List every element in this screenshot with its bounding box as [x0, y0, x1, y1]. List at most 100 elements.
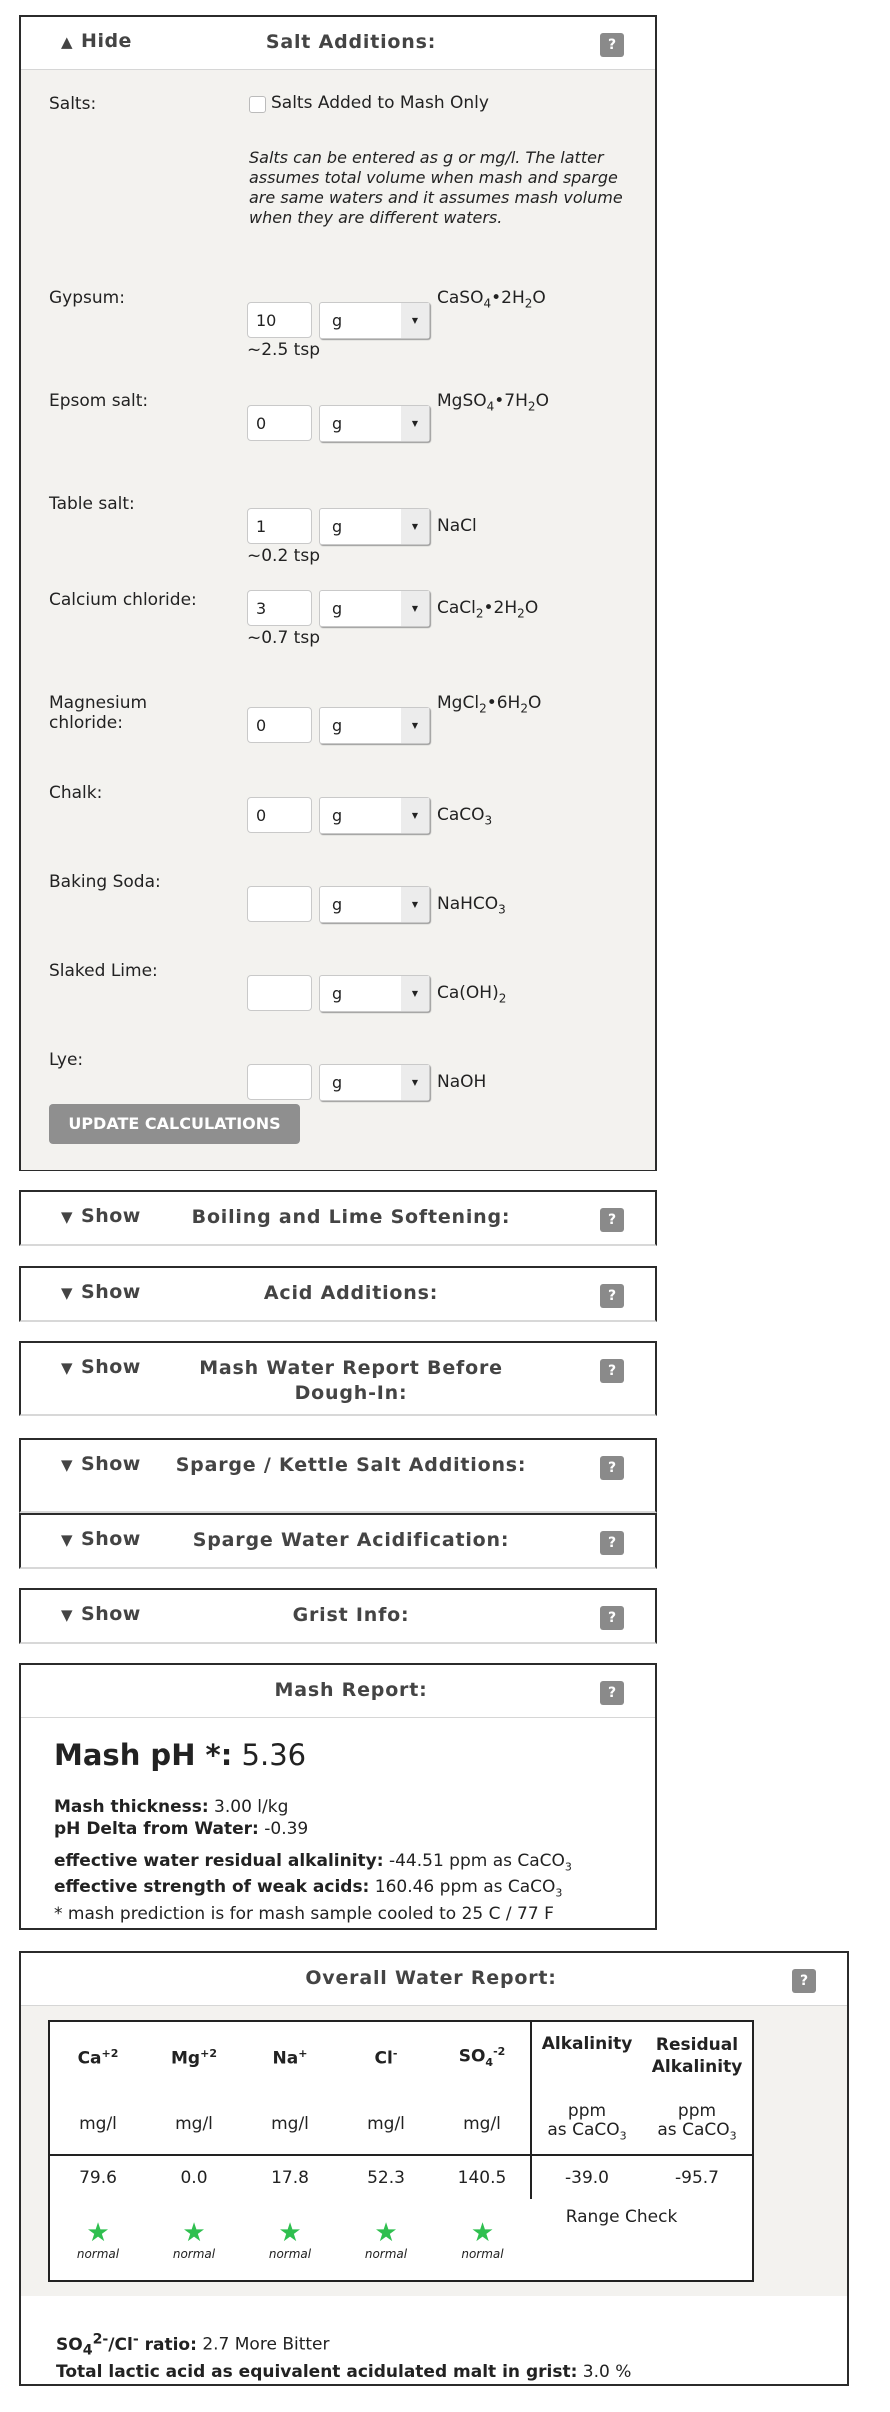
salt-amount-input[interactable] [247, 886, 312, 922]
collapsed-section: ▼ Show Acid Additions: ? [19, 1266, 657, 1322]
salt-label: Slaked Lime: [49, 961, 158, 981]
salt-amount-input[interactable] [247, 797, 312, 833]
dropdown-arrow-icon: ▼ [401, 1065, 429, 1100]
dropdown-arrow-icon: ▼ [401, 887, 429, 922]
ion-unit: mg/l [367, 2113, 405, 2134]
toggle-label: Show [81, 1453, 141, 1475]
salt-label: Magnesium chloride: [49, 693, 148, 733]
unit-value: g [332, 895, 343, 914]
salt-amount-input[interactable] [247, 1064, 312, 1100]
salts-label: Salts: [49, 94, 97, 114]
dropdown-arrow-icon: ▼ [401, 509, 429, 544]
toggle-label: Show [81, 1281, 141, 1303]
toggle-label: Show [81, 1528, 141, 1550]
unit-select[interactable]: g ▼ [319, 405, 430, 442]
triangle-down-icon: ▼ [61, 1456, 74, 1474]
salt-formula: Ca(OH)2 [437, 983, 507, 1006]
mash-footnote: * mash prediction is for mash sample coo… [54, 1903, 554, 1924]
weak-acids-label: effective strength of weak acids: [54, 1877, 370, 1898]
unit-select[interactable]: g ▼ [319, 508, 430, 545]
show-toggle[interactable]: ▼ Show [61, 1356, 141, 1378]
tsp-estimate: ~0.7 tsp [247, 628, 320, 648]
star-icon: ★ [182, 2217, 206, 2248]
thickness-value: 3.00 l/kg [214, 1797, 289, 1817]
section-title: Mash Report: [274, 1679, 428, 1701]
help-icon[interactable]: ? [600, 1606, 624, 1630]
ph-delta-label: pH Delta from Water: [54, 1819, 259, 1839]
show-toggle[interactable]: ▼ Show [61, 1281, 141, 1303]
weak-acids-value: 160.46 ppm as CaCO [374, 1877, 556, 1898]
salt-formula: CaCl2•2H2O [437, 598, 539, 621]
unit-select[interactable]: g ▼ [319, 590, 430, 627]
show-toggle[interactable]: ▼ Show [61, 1453, 141, 1475]
unit-select[interactable]: g ▼ [319, 975, 430, 1012]
help-icon[interactable]: ? [600, 1531, 624, 1555]
salt-amount-input[interactable] [247, 975, 312, 1011]
unit-select[interactable]: g ▼ [319, 886, 430, 923]
salt-formula: NaHCO3 [437, 894, 506, 917]
unit-value: g [332, 311, 343, 330]
mash-details: Mash thickness: 3.00 l/kg pH Delta from … [54, 1796, 308, 1840]
salt-amount-input[interactable] [247, 508, 312, 544]
range-check-cell: ★ normal [434, 2199, 531, 2281]
mash-report-body: Mash pH *: 5.36 Mash thickness: 3.00 l/k… [21, 1717, 655, 1928]
mash-ph-value: 5.36 [241, 1738, 307, 1772]
section-header: ▼ Show Sparge Water Acidification: ? [21, 1515, 655, 1571]
mash-only-checkbox[interactable] [249, 96, 266, 113]
show-toggle[interactable]: ▼ Show [61, 1205, 141, 1227]
show-toggle[interactable]: ▼ Show [61, 1603, 141, 1625]
water-report-table: Ca+2 Mg+2 Na+ Cl- SO4-2 Alkalinity Residual Alk… [48, 2020, 754, 2282]
help-icon[interactable]: ? [600, 1681, 624, 1705]
mash-ph-label: Mash pH *: [54, 1738, 233, 1772]
salt-label: Gypsum: [49, 288, 125, 308]
unit-select[interactable]: g ▼ [319, 797, 430, 834]
toggle-label: Show [81, 1356, 141, 1378]
mash-alkalinity: effective water residual alkalinity: -44… [54, 1851, 572, 1924]
triangle-up-icon: ▲ [61, 33, 74, 51]
unit-select[interactable]: g ▼ [319, 302, 430, 339]
help-icon[interactable]: ? [600, 1456, 624, 1480]
range-check-cell: ★ normal [338, 2199, 434, 2281]
toggle-label: Hide [81, 30, 132, 52]
hide-toggle[interactable]: ▲ Hide [61, 30, 132, 52]
salt-label: Table salt: [49, 494, 135, 514]
salt-amount-input[interactable] [247, 590, 312, 626]
mash-only-label: Salts Added to Mash Only [271, 93, 489, 113]
collapsed-section: ▼ Show Grist Info: ? [19, 1588, 657, 1644]
dropdown-arrow-icon: ▼ [401, 976, 429, 1011]
salt-additions-panel: ▲ Hide Salt Additions: ? Salts: Salts Add… [19, 15, 657, 1171]
show-toggle[interactable]: ▼ Show [61, 1528, 141, 1550]
section-header: ▼ Show Grist Info: ? [21, 1590, 655, 1646]
salt-formula: MgCl2•6H2O [437, 693, 542, 716]
alkalinity-value: -39.0 [565, 2167, 609, 2188]
unit-value: g [332, 414, 343, 433]
residual-alk-value: -44.51 ppm as CaCO [388, 1851, 565, 1871]
mash-ph: Mash pH *: 5.36 [54, 1738, 306, 1772]
help-icon[interactable]: ? [600, 1208, 624, 1232]
salt-amount-input[interactable] [247, 405, 312, 441]
ion-value: 79.6 [79, 2167, 117, 2188]
help-icon[interactable]: ? [600, 1359, 624, 1383]
salt-label: Epsom salt: [49, 391, 149, 411]
unit-select[interactable]: g ▼ [319, 1064, 430, 1101]
help-icon[interactable]: ? [600, 1284, 624, 1308]
salt-amount-input[interactable] [247, 707, 312, 743]
help-icon[interactable]: ? [792, 1969, 816, 1993]
unit-value: g [332, 1073, 343, 1092]
update-calculations-button[interactable]: UPDATE CALCULATIONS [49, 1104, 300, 1144]
unit-select[interactable]: g ▼ [319, 707, 430, 744]
ion-unit: mg/l [175, 2113, 213, 2134]
star-icon: ★ [86, 2217, 110, 2248]
ion-value: 52.3 [367, 2167, 405, 2188]
dropdown-arrow-icon: ▼ [401, 798, 429, 833]
salt-amount-input[interactable] [247, 302, 312, 338]
section-title: Mash Water Report Before Dough-In: [199, 1357, 503, 1404]
salt-formula: MgSO4•7H2O [437, 391, 549, 414]
mash-report-panel: Mash Report: ? Mash pH *: 5.36 Mash thic… [19, 1663, 657, 1930]
help-icon[interactable]: ? [600, 33, 624, 57]
salt-label: Chalk: [49, 783, 103, 803]
residual-alkalinity-value: -95.7 [675, 2167, 719, 2188]
section-title: Sparge Water Acidification: [192, 1529, 510, 1551]
range-status: normal [461, 2246, 504, 2261]
section-title: Overall Water Report: [305, 1967, 557, 1989]
